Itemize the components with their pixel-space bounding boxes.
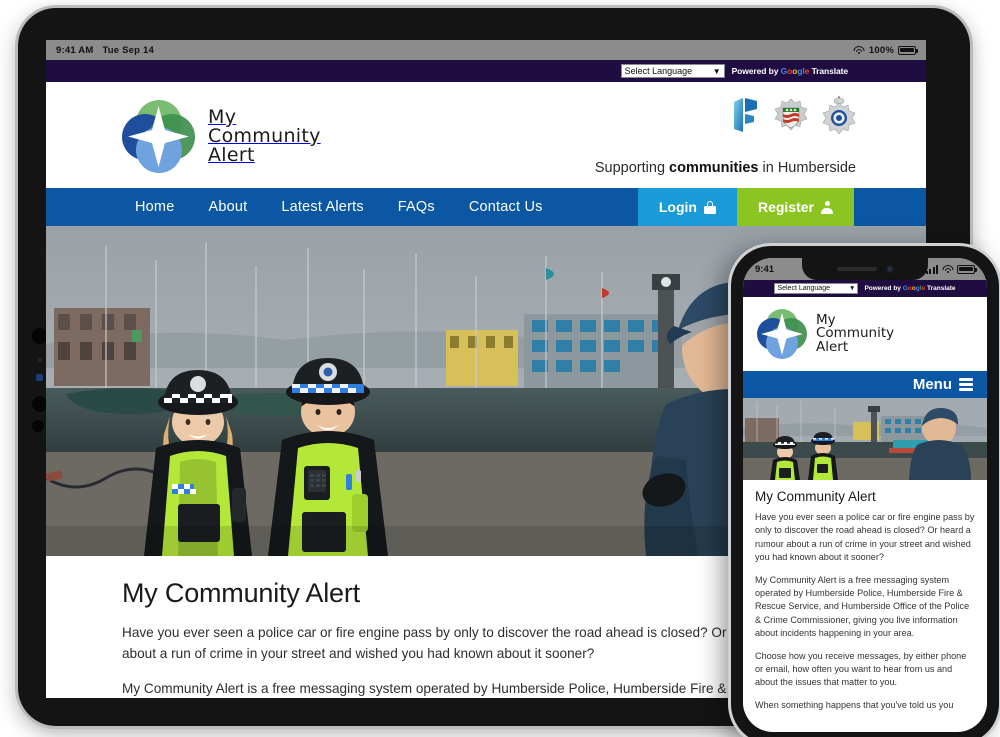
chevron-down-icon: ▼	[712, 66, 721, 76]
tablet-speaker-hole-2	[32, 420, 44, 432]
tablet-indicator-led	[36, 374, 43, 381]
phone-content-paragraph-4: When something happens that you've told …	[755, 699, 954, 710]
phone-menu-bar[interactable]: Menu	[743, 371, 987, 398]
logo-wordmark: My Community Alert	[208, 108, 321, 165]
nav-item-about[interactable]: About	[191, 188, 264, 226]
phone-page-title: My Community Alert	[755, 489, 876, 504]
earpiece-speaker	[836, 267, 877, 271]
powered-by-google-translate: Powered by Google Translate	[732, 66, 848, 76]
register-button[interactable]: Register	[736, 188, 854, 226]
status-date: Tue Sep 14	[102, 44, 154, 56]
phone-language-select[interactable]: Select Language ▼	[774, 283, 859, 294]
nav-actions: Login Register	[637, 188, 926, 226]
phone-site-logo[interactable]: My Community Alert	[757, 309, 894, 359]
phone-wifi-icon	[942, 264, 953, 274]
phone-page-content: My Community Alert Have you ever seen a …	[743, 480, 987, 713]
phone-hero-illustration	[743, 398, 987, 480]
site-logo[interactable]: My Community Alert	[122, 100, 321, 173]
phone-content-paragraph-3: Choose how you receive messages, by eith…	[755, 650, 967, 688]
site-tagline: Supporting communities in Humberside	[595, 160, 856, 176]
register-label: Register	[757, 199, 814, 215]
status-time: 9:41 AM	[56, 44, 94, 56]
nav-tail-spacer	[854, 188, 926, 226]
humberside-fire-rescue-crest-icon	[774, 98, 808, 131]
phone-powered-by-google-translate: Powered by Google Translate	[864, 285, 955, 292]
nav-item-latest-alerts[interactable]: Latest Alerts	[264, 188, 380, 226]
wifi-icon	[853, 45, 865, 55]
tagline-pre: Supporting	[594, 160, 670, 176]
phone-site-header: My Community Alert	[743, 297, 987, 371]
phone-google-wordmark: Google	[902, 285, 926, 292]
battery-icon	[898, 45, 918, 55]
phone-translate-label: Translate	[927, 285, 956, 292]
site-header: My Community Alert Supporting communitie…	[46, 82, 926, 188]
translate-bar: Select Language ▼ Powered by Google Tran…	[46, 60, 926, 82]
phone-powered-by-label: Powered by	[864, 285, 901, 292]
login-button[interactable]: Login	[637, 188, 737, 226]
login-label: Login	[658, 199, 697, 215]
brand-line-3: Alert	[208, 144, 255, 166]
nav-item-faqs[interactable]: FAQs	[381, 188, 452, 226]
partner-crests	[730, 96, 856, 134]
tablet-sensor-dot	[38, 358, 42, 362]
translate-label: Translate	[811, 66, 849, 76]
google-wordmark: Google	[780, 66, 810, 76]
phone-menu-label: Menu	[912, 376, 952, 393]
main-navigation: Home About Latest Alerts FAQs Contact Us…	[46, 188, 926, 226]
phone-screen: 9:41 Select Language ▼ Powered by Google	[743, 258, 987, 732]
nav-item-home[interactable]: Home	[118, 188, 191, 226]
screenshot-stage: 9:41 AM Tue Sep 14 100% Select Language …	[0, 0, 1000, 737]
phone-brand-line-3: Alert	[816, 338, 849, 355]
phone-my-community-alert-logo-icon	[757, 309, 807, 359]
front-camera-icon	[885, 265, 894, 273]
humberside-police-badge-icon	[822, 96, 856, 134]
phone-chevron-down-icon: ▼	[849, 285, 856, 292]
humberside-pcc-logo-icon	[734, 98, 757, 132]
phone-status-time: 9:41	[755, 263, 775, 275]
user-icon	[821, 200, 833, 214]
tablet-status-bar: 9:41 AM Tue Sep 14 100%	[46, 40, 926, 60]
nav-item-contact-us[interactable]: Contact Us	[452, 188, 560, 226]
tagline-bold: communities	[669, 160, 759, 176]
powered-by-label: Powered by	[731, 66, 779, 76]
phone-device-frame: 9:41 Select Language ▼ Powered by Google	[731, 246, 999, 737]
my-community-alert-logo-icon	[122, 100, 195, 173]
nav-links: Home About Latest Alerts FAQs Contact Us	[46, 188, 560, 226]
phone-content-paragraph-1: Have you ever seen a police car or fire …	[755, 512, 975, 563]
status-battery-percent: 100%	[868, 44, 894, 56]
lock-icon	[703, 200, 716, 214]
phone-logo-wordmark: My Community Alert	[816, 313, 894, 355]
phone-battery-icon	[957, 264, 977, 274]
language-select[interactable]: Select Language ▼	[620, 64, 725, 78]
phone-translate-bar: Select Language ▼ Powered by Google Tran…	[743, 280, 987, 297]
hamburger-menu-icon[interactable]	[959, 378, 973, 391]
language-select-value: Select Language	[624, 66, 693, 76]
tagline-post: in Humberside	[758, 160, 857, 176]
phone-notch	[802, 258, 928, 280]
phone-content-paragraph-2: My Community Alert is a free messaging s…	[755, 574, 970, 639]
phone-language-select-value: Select Language	[777, 285, 830, 292]
phone-hero-image	[743, 398, 987, 480]
